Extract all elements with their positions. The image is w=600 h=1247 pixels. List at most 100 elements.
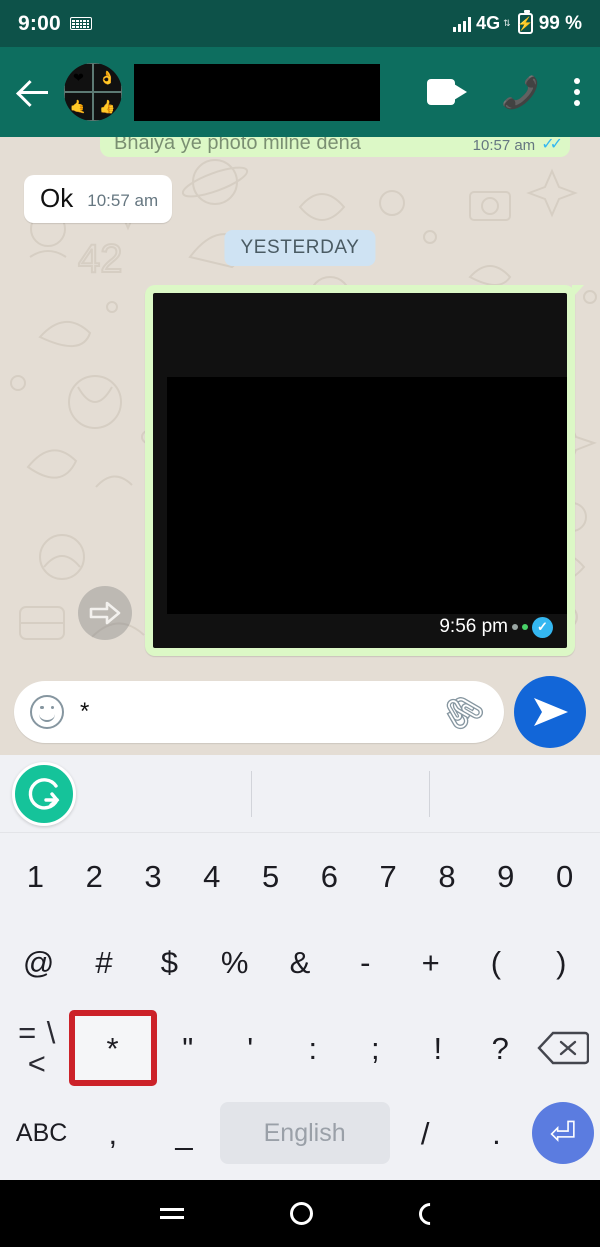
avatar-tile: 🤙 — [64, 92, 93, 121]
message-input-pill[interactable]: * 🖇 — [14, 680, 504, 743]
status-dot-grey — [512, 624, 518, 630]
avatar-tile: 👌 — [93, 63, 122, 92]
key-hyphen[interactable]: - — [333, 927, 398, 997]
signal-bars-icon — [453, 16, 472, 32]
message-input-bar: * 🖇 — [0, 668, 600, 755]
avatar[interactable]: ❤ 👌 🤙 👍 — [64, 63, 122, 121]
media-message-time: 9:56 pm — [439, 616, 508, 637]
clipped-message-time: 10:57 am — [472, 137, 536, 154]
incoming-message-bubble[interactable]: Ok 10:57 am — [24, 175, 173, 223]
app-bar-actions: 📞 — [427, 75, 584, 110]
send-icon — [534, 697, 568, 726]
key-at[interactable]: @ — [6, 927, 71, 997]
avatar-tile: 👍 — [93, 92, 122, 121]
media-image-redacted[interactable]: 9:56 pm ✓ — [153, 293, 567, 648]
key-1[interactable]: 1 — [6, 841, 65, 911]
contact-name-redacted[interactable] — [134, 63, 380, 121]
message-input[interactable]: * — [80, 699, 425, 724]
recents-icon[interactable] — [159, 1208, 184, 1219]
incoming-message-text: Ok — [40, 183, 74, 213]
backspace-icon — [534, 1026, 592, 1070]
key-hash[interactable]: # — [71, 927, 136, 997]
nav-back-icon[interactable] — [413, 1197, 446, 1230]
key-8[interactable]: 8 — [418, 841, 477, 911]
key-dollar[interactable]: $ — [137, 927, 202, 997]
key-plus[interactable]: + — [398, 927, 463, 997]
key-semicolon[interactable]: ; — [344, 1013, 407, 1083]
media-bubble[interactable]: 9:56 pm ✓ — [145, 285, 584, 656]
suggestion-divider — [251, 771, 252, 817]
key-exclamation[interactable]: ! — [407, 1013, 470, 1083]
key-space[interactable]: English — [219, 1102, 390, 1164]
key-6[interactable]: 6 — [300, 841, 359, 911]
avatar-tile: ❤ — [64, 63, 93, 92]
clipped-outgoing-message[interactable]: Bhaiya ye photo milne dena 10:57 am ✓✓ — [100, 137, 570, 157]
keyboard-icon — [69, 17, 92, 30]
status-bar-right: 4G ⇅ ⚡ 99 % — [453, 10, 582, 35]
suggestion-bar[interactable] — [0, 755, 600, 833]
key-double-quote[interactable]: " — [157, 1013, 220, 1083]
network-arrows-icon: ⇅ — [503, 18, 511, 28]
key-4[interactable]: 4 — [182, 841, 241, 911]
key-period[interactable]: . — [461, 1098, 532, 1168]
key-abc-toggle[interactable]: ABC — [6, 1098, 77, 1168]
battery-percent-label: 99 % — [538, 12, 582, 34]
keyboard-row-numbers: 1 2 3 4 5 6 7 8 9 0 — [0, 833, 600, 919]
key-percent[interactable]: % — [202, 927, 267, 997]
clipped-message-text: Bhaiya ye photo milne dena — [114, 137, 361, 154]
network-type-label: 4G — [476, 13, 501, 33]
key-ampersand[interactable]: & — [267, 927, 332, 997]
home-icon[interactable] — [289, 1202, 313, 1225]
key-0[interactable]: 0 — [535, 841, 594, 911]
phone-call-icon[interactable]: 📞 — [501, 75, 540, 110]
keyboard-row-bottom: ABC , _ English / . ⏎ — [0, 1091, 600, 1175]
keyboard-row-symbols-1: @ # $ % & - + ( ) — [0, 919, 600, 1005]
keyboard-row-symbols-2: = \ < * " ' : ; ! ? — [0, 1005, 600, 1091]
svg-text:42: 42 — [78, 237, 123, 281]
chat-area[interactable]: 42 Bhaiya ye photo milne dena 10:57 am ✓… — [0, 137, 600, 668]
attach-paperclip-icon[interactable]: 🖇 — [434, 683, 491, 740]
key-asterisk-selected[interactable]: * — [68, 1010, 157, 1086]
on-screen-keyboard[interactable]: 1 2 3 4 5 6 7 8 9 0 @ # $ % & - + ( ) = … — [0, 755, 600, 1180]
date-divider: YESTERDAY — [224, 230, 376, 266]
phone-screen: 9:00 4G ⇅ ⚡ 99 % ❤ 👌 🤙 👍 📞 42 Bhaiya ye … — [0, 0, 600, 1247]
media-message-meta: 9:56 pm ✓ — [439, 616, 553, 638]
key-5[interactable]: 5 — [241, 841, 300, 911]
key-comma[interactable]: , — [77, 1098, 148, 1168]
status-bar: 9:00 4G ⇅ ⚡ 99 % — [0, 0, 600, 47]
key-apostrophe[interactable]: ' — [219, 1013, 282, 1083]
send-button[interactable] — [514, 675, 586, 748]
key-slash[interactable]: / — [390, 1098, 461, 1168]
key-3[interactable]: 3 — [124, 841, 183, 911]
key-backspace[interactable] — [532, 1013, 595, 1083]
media-image-inner — [167, 377, 567, 614]
media-message[interactable]: 9:56 pm ✓ — [145, 285, 584, 656]
key-7[interactable]: 7 — [359, 841, 418, 911]
forward-icon[interactable] — [78, 586, 132, 640]
read-receipt-icon: ✓✓ — [541, 137, 563, 153]
emoji-icon[interactable] — [30, 694, 64, 729]
status-dot-green — [522, 624, 528, 630]
battery-charging-icon: ⚡ — [517, 10, 533, 34]
back-arrow-icon[interactable] — [16, 74, 52, 110]
app-bar: ❤ 👌 🤙 👍 📞 — [0, 47, 600, 137]
incoming-message-time: 10:57 am — [87, 191, 159, 210]
video-call-icon[interactable] — [427, 79, 468, 105]
enter-key-icon: ⏎ — [532, 1102, 595, 1164]
suggestion-divider — [429, 771, 430, 817]
blue-check-icon: ✓ — [532, 616, 553, 638]
status-bar-left: 9:00 — [18, 12, 92, 36]
key-enter[interactable]: ⏎ — [532, 1098, 595, 1168]
key-question[interactable]: ? — [469, 1013, 532, 1083]
key-paren-close[interactable]: ) — [529, 927, 594, 997]
key-9[interactable]: 9 — [476, 841, 535, 911]
status-clock: 9:00 — [18, 11, 61, 35]
key-symbols-toggle[interactable]: = \ < — [6, 1013, 69, 1083]
grammarly-logo-icon[interactable] — [12, 761, 76, 826]
key-underscore[interactable]: _ — [148, 1098, 219, 1168]
key-2[interactable]: 2 — [65, 841, 124, 911]
more-options-icon[interactable] — [574, 78, 580, 106]
android-nav-bar — [0, 1180, 600, 1247]
key-paren-open[interactable]: ( — [463, 927, 528, 997]
key-colon[interactable]: : — [282, 1013, 345, 1083]
